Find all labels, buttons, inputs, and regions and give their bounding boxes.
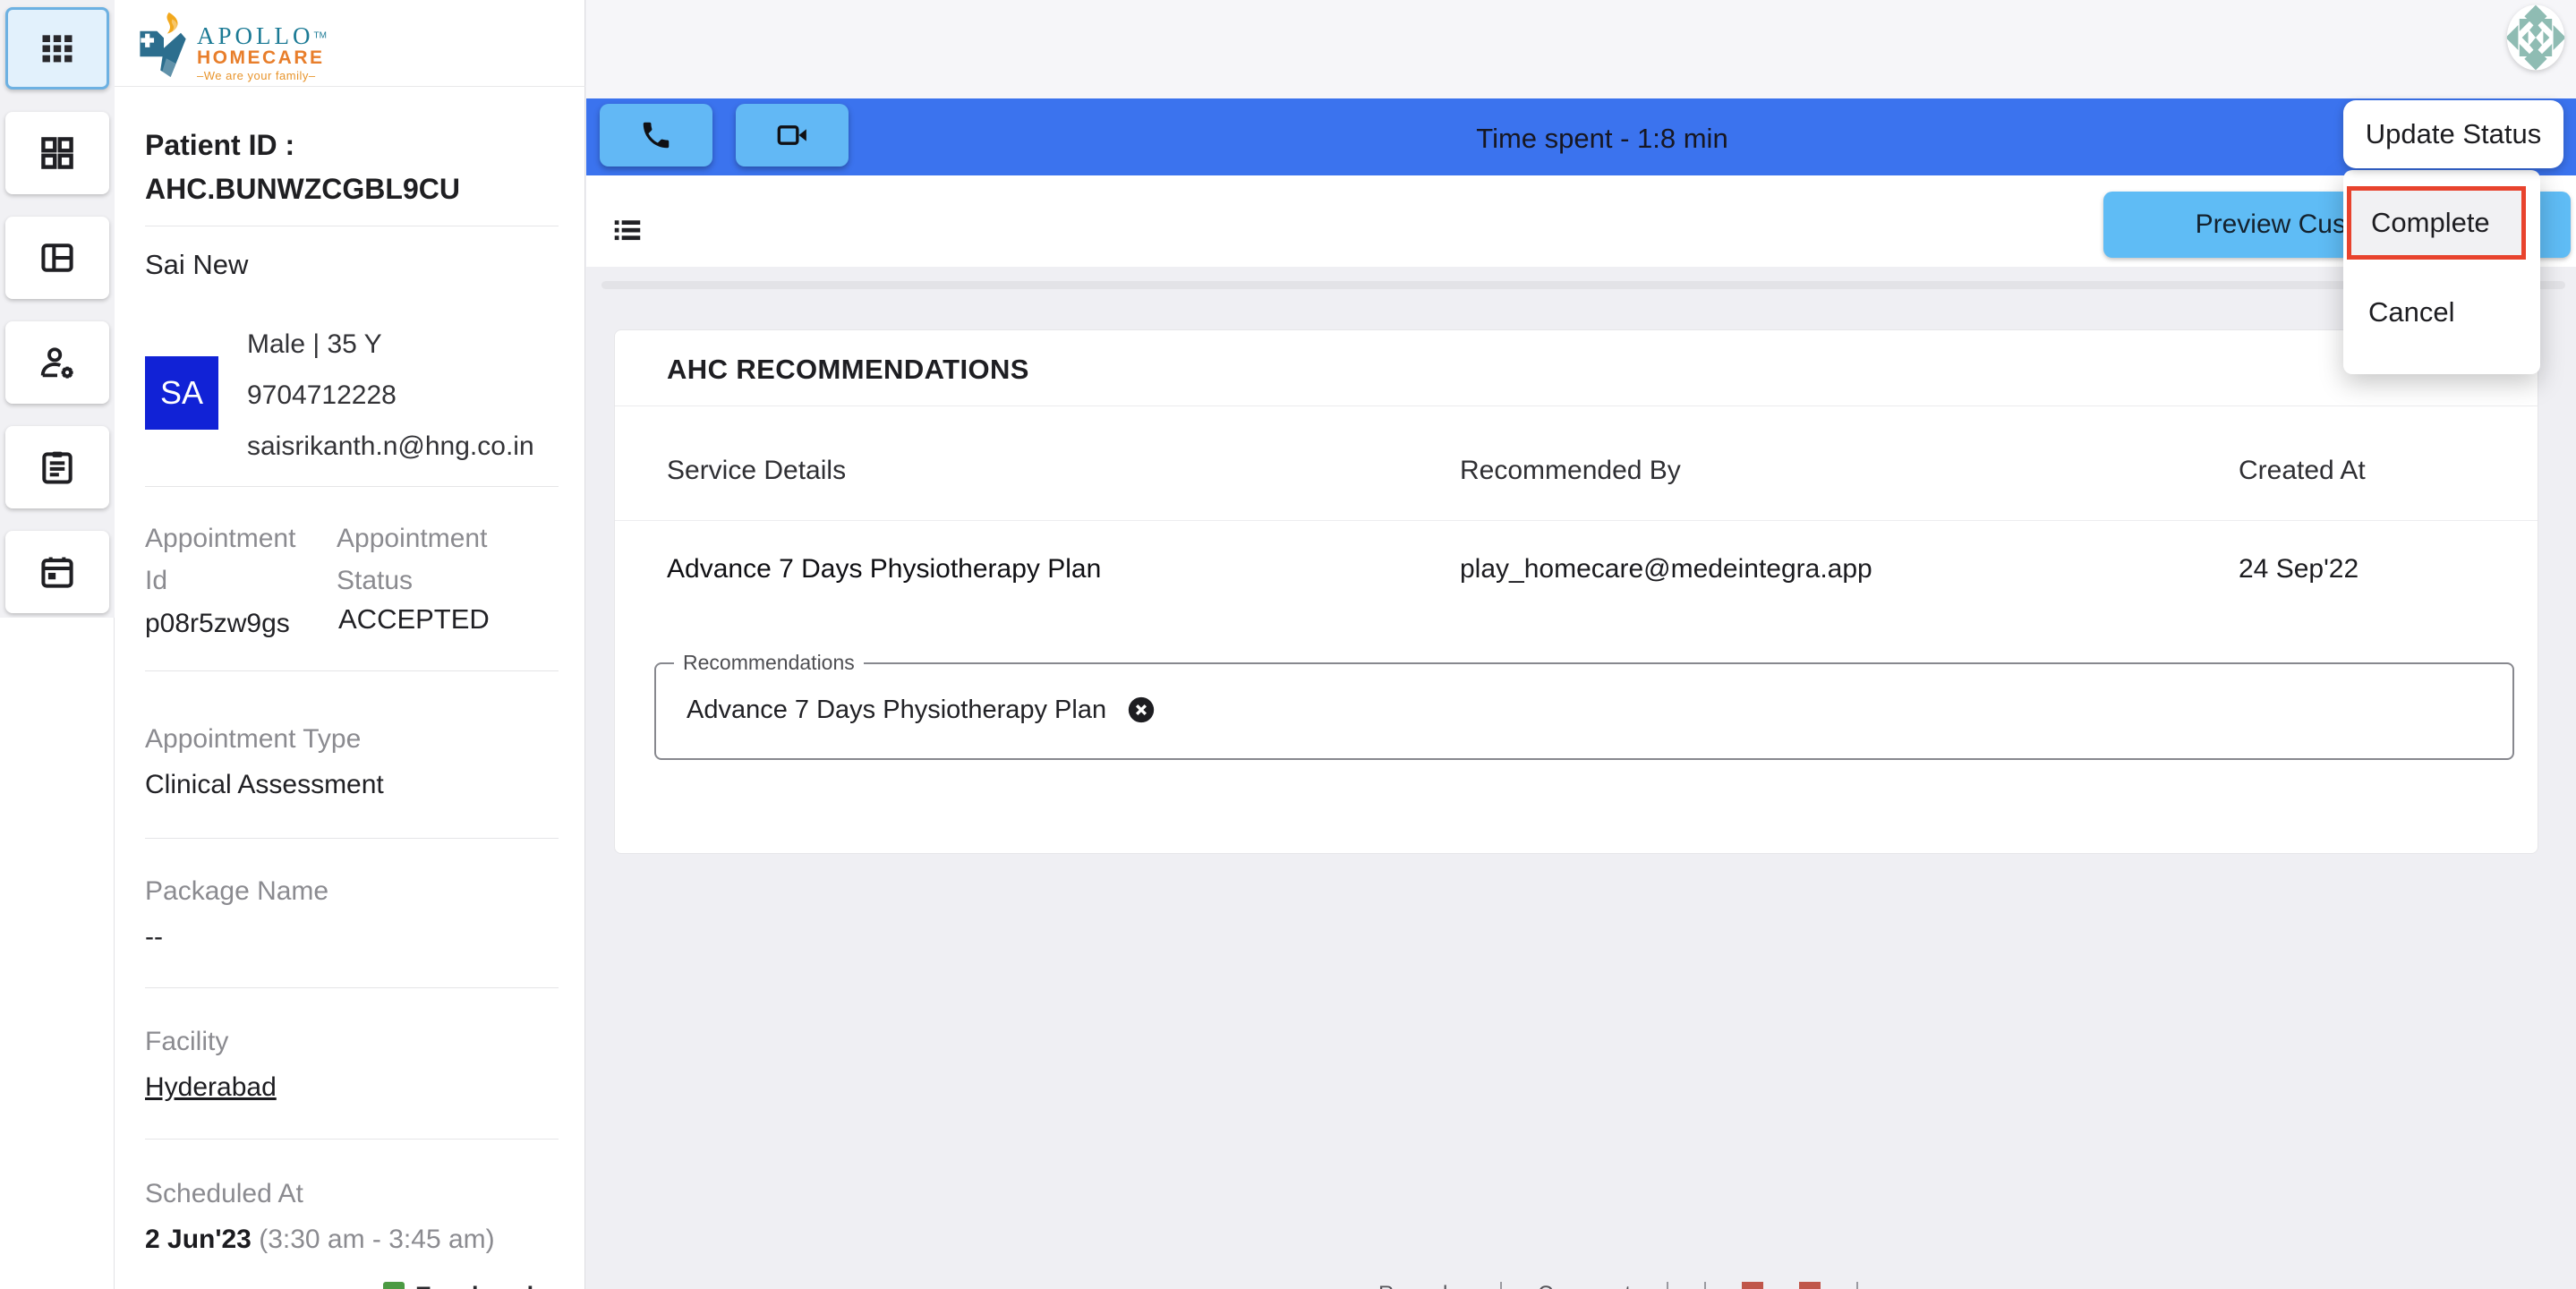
patient-contact-block: Male | 35 Y 9704712228 saisrikanth.n@hng… [247, 319, 534, 472]
patient-phone: 9704712228 [247, 370, 534, 421]
clipped-red-icon [1742, 1282, 1763, 1289]
phone-icon [639, 118, 673, 152]
rail-item-assignments[interactable] [5, 426, 109, 508]
menu-item-complete[interactable]: Complete [2347, 186, 2526, 260]
logo-tagline: –We are your family– [197, 70, 327, 82]
columns-layout-icon [38, 238, 77, 277]
rail-lower-area [0, 618, 115, 1289]
appointment-type-label: Appointment Type [145, 718, 361, 760]
column-header-service-details: Service Details [667, 456, 846, 486]
apollo-homecare-logo-icon [138, 11, 190, 79]
excel-icon [383, 1282, 405, 1289]
patient-id: Patient ID : AHC.BUNWZCGBL9CU [145, 124, 460, 211]
patient-email: saisrikanth.n@hng.co.in [247, 421, 534, 472]
app-rail [0, 0, 115, 1289]
table-row-created-at: 24 Sep'22 [2239, 554, 2358, 585]
horizontal-scrollbar[interactable] [601, 281, 2565, 289]
clipped-bottom-row: Excel package on [383, 1282, 652, 1289]
divider [1500, 1282, 1502, 1289]
recommendation-chip: Advance 7 Days Physiotherapy Plan [687, 695, 2512, 725]
scheduled-at-label: Scheduled At [145, 1173, 303, 1215]
rail-item-calendar[interactable] [5, 531, 109, 613]
appointment-id-label: Appointment Id [145, 517, 324, 602]
divider [145, 1139, 559, 1140]
divider [145, 670, 559, 671]
patient-id-value: AHC.BUNWZCGBL9CU [145, 167, 460, 211]
clipped-text: Excel package on [415, 1282, 618, 1289]
update-status-button[interactable]: Update Status [2343, 100, 2563, 168]
scheduled-time: (3:30 am - 3:45 am) [259, 1225, 494, 1254]
profile-avatar[interactable] [2504, 4, 2567, 72]
rail-item-layout[interactable] [5, 217, 109, 299]
recommendations-field-label: Recommendations [674, 651, 864, 675]
package-name-label: Package Name [145, 870, 328, 912]
patient-demographics: Male | 35 Y [247, 319, 534, 370]
status-dropdown-menu: Complete Cancel [2343, 170, 2540, 374]
clipped-bottom-strip: Remarks Comment [1378, 1282, 2452, 1289]
divider [1667, 1282, 1668, 1289]
divider [1856, 1282, 1858, 1289]
patient-name: Sai New [145, 249, 248, 281]
phone-call-button[interactable] [600, 104, 712, 166]
package-name-value: -- [145, 922, 163, 952]
facility-link[interactable]: Hyderabad [145, 1072, 277, 1103]
logo-homecare-text: HOMECARE [197, 48, 327, 68]
divider [145, 987, 559, 988]
divider [615, 405, 2538, 406]
column-header-recommended-by: Recommended By [1460, 456, 1681, 486]
card-title: AHC RECOMMENDATIONS [667, 354, 1029, 386]
call-bar: Time spent - 1:8 min [586, 98, 2576, 175]
divider [145, 486, 559, 487]
ahc-recommendations-card: AHC RECOMMENDATIONS Service Details Reco… [614, 329, 2538, 854]
appointment-id-value: p08r5zw9gs [145, 609, 290, 639]
facility-label: Facility [145, 1020, 228, 1063]
video-call-button[interactable] [736, 104, 849, 166]
divider [145, 838, 559, 839]
rail-item-user-settings[interactable] [5, 321, 109, 404]
scheduled-date: 2 Jun'23 [145, 1225, 252, 1254]
table-row-service: Advance 7 Days Physiotherapy Plan [667, 554, 1101, 585]
time-spent-text: Time spent - 1:8 min [1369, 123, 1835, 155]
top-bar [586, 0, 2576, 98]
appointment-status-label: Appointment Status [337, 517, 542, 602]
table-row-recommended-by: play_homecare@medeintegra.app [1460, 554, 1872, 585]
divider [615, 520, 2538, 521]
app-logo: APOLLOTM HOMECARE –We are your family– [138, 11, 327, 82]
rail-item-dashboard[interactable] [5, 112, 109, 194]
apps-grid-icon [38, 29, 77, 68]
calendar-icon [38, 552, 77, 592]
videocam-icon [774, 117, 810, 153]
logo-tm-mark: TM [314, 31, 327, 41]
divider [1704, 1282, 1706, 1289]
menu-item-cancel[interactable]: Cancel [2347, 283, 2526, 342]
patient-avatar: SA [145, 356, 218, 430]
rail-item-apps[interactable] [5, 7, 109, 90]
column-header-created-at: Created At [2239, 456, 2366, 486]
recommendation-chip-text: Advance 7 Days Physiotherapy Plan [687, 696, 1106, 725]
logo-divider [115, 86, 585, 87]
dashboard-icon [38, 133, 77, 173]
list-view-button[interactable] [610, 213, 644, 252]
remove-chip-icon[interactable] [1126, 695, 1156, 725]
list-icon [610, 213, 644, 247]
appointment-status-value: ACCEPTED [338, 603, 490, 636]
clipped-remarks-label: Remarks [1378, 1282, 1464, 1289]
appointment-type-value: Clinical Assessment [145, 770, 384, 800]
recommendations-field: Recommendations Advance 7 Days Physiothe… [654, 651, 2514, 760]
person-gear-icon [37, 342, 78, 383]
logo-apollo-text: APOLLO [197, 22, 314, 49]
clipboard-icon [38, 448, 77, 487]
scheduled-at-value: 2 Jun'23 (3:30 am - 3:45 am) [145, 1225, 495, 1255]
clipped-comment-label: Comment [1538, 1282, 1631, 1289]
clipped-red-icon [1799, 1282, 1821, 1289]
patient-id-label: Patient ID : [145, 124, 460, 167]
patient-panel: APOLLOTM HOMECARE –We are your family– P… [115, 0, 585, 1289]
